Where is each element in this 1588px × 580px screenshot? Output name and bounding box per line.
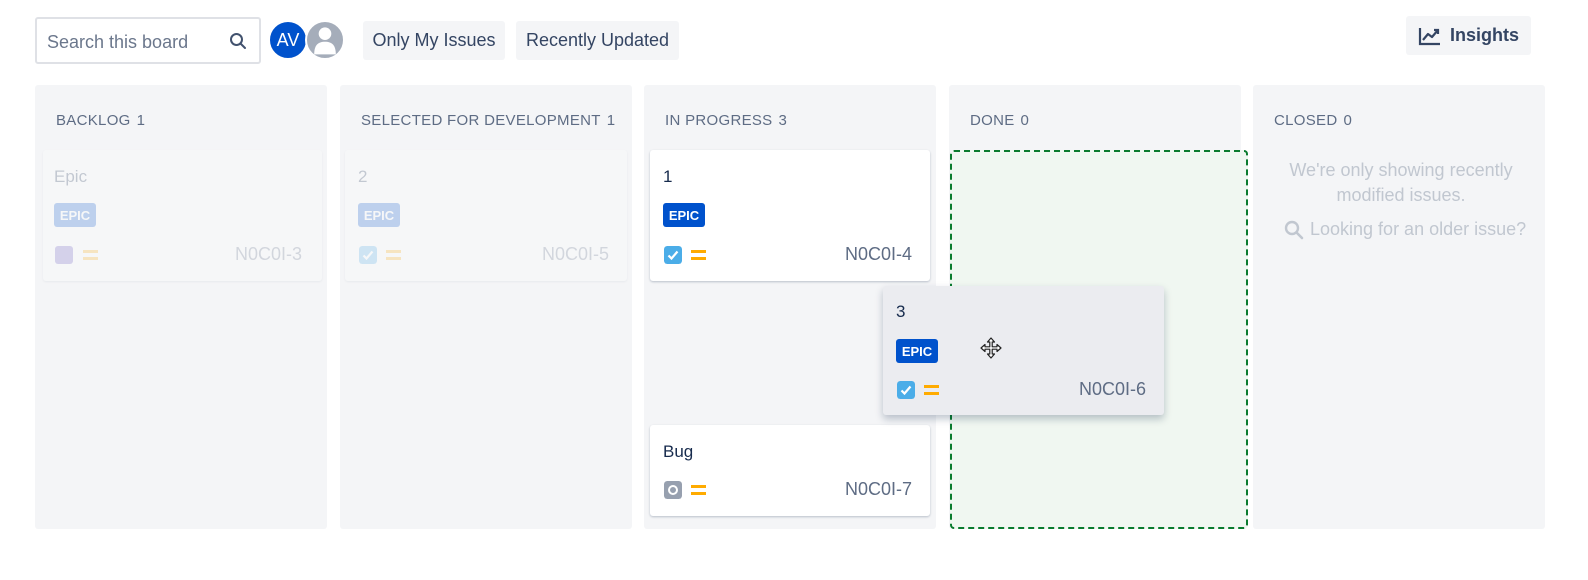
issue-key: N0C0I-4 <box>844 244 912 264</box>
issue-key: N0C0I-7 <box>844 479 912 499</box>
issue-key: N0C0I-3 <box>234 244 302 264</box>
issue-key: N0C0I-5 <box>541 244 609 264</box>
avatar-av[interactable]: AV <box>268 20 308 60</box>
column-count: 0 <box>1020 112 1030 129</box>
filter-only-my-issues[interactable]: Only My Issues <box>363 21 505 60</box>
column-closed: CLOSED 0 <box>1253 85 1545 529</box>
priority-medium-icon <box>386 250 401 260</box>
chart-trend-icon <box>1418 27 1440 45</box>
priority-medium-icon <box>924 385 939 395</box>
column-header: CLOSED 0 <box>1274 112 1352 129</box>
column-name: DONE <box>970 112 1015 129</box>
issue-card-selected-2[interactable]: 2 EPIC N0C0I-5 <box>345 150 627 281</box>
issue-card-backlog-epic[interactable]: Epic EPIC N0C0I-3 <box>43 150 322 281</box>
column-name: IN PROGRESS <box>665 112 773 129</box>
task-checkbox-icon <box>664 246 682 264</box>
column-count: 0 <box>1343 112 1353 129</box>
card-title: 1 <box>663 167 673 186</box>
column-header: IN PROGRESS 3 <box>665 112 787 129</box>
column-name: BACKLOG <box>56 112 131 129</box>
issue-card-dragging-3[interactable]: 3 EPIC N0C0I-6 <box>883 286 1164 415</box>
closed-empty-message: We're only showing recently modified iss… <box>1289 160 1513 205</box>
card-title: Epic <box>54 167 88 186</box>
priority-medium-icon <box>691 250 706 260</box>
column-name: CLOSED <box>1274 112 1338 129</box>
story-icon <box>55 246 73 264</box>
column-count: 1 <box>136 112 146 129</box>
filter-recently-updated[interactable]: Recently Updated <box>516 21 679 60</box>
board-search[interactable] <box>35 17 261 64</box>
task-checkbox-icon <box>897 381 915 399</box>
column-count: 1 <box>606 112 616 129</box>
insights-button[interactable]: Insights <box>1406 16 1531 55</box>
filter-label: Only My Issues <box>372 30 496 50</box>
epic-badge: EPIC <box>54 203 96 227</box>
issue-key: N0C0I-6 <box>1078 379 1146 399</box>
search-input[interactable] <box>45 29 224 55</box>
avatar-default-user[interactable] <box>305 20 345 60</box>
column-header: SELECTED FOR DEVELOPMENT 1 <box>361 112 615 129</box>
filter-label: Recently Updated <box>525 30 670 50</box>
priority-medium-icon <box>83 250 98 260</box>
column-header: BACKLOG 1 <box>56 112 145 129</box>
avatar-initials: AV <box>276 29 300 50</box>
column-name: SELECTED FOR DEVELOPMENT <box>361 112 601 129</box>
user-icon <box>314 27 336 55</box>
epic-badge: EPIC <box>896 339 938 363</box>
task-checkbox-icon <box>359 246 377 264</box>
search-icon[interactable] <box>229 32 247 50</box>
priority-medium-icon <box>691 485 706 495</box>
column-count: 3 <box>778 112 788 129</box>
search-icon <box>1284 220 1304 239</box>
issue-card-inprogress-1[interactable]: 1 EPIC N0C0I-4 <box>650 150 930 281</box>
column-header: DONE 0 <box>970 112 1029 129</box>
issue-card-inprogress-bug[interactable]: Bug N0C0I-7 <box>650 425 930 516</box>
older-issue-label: Looking for an older issue? <box>1310 219 1527 239</box>
move-cursor-icon <box>980 337 1002 359</box>
card-title: 2 <box>358 167 368 186</box>
bug-icon <box>664 481 682 499</box>
epic-badge: EPIC <box>358 203 400 227</box>
card-title: 3 <box>896 302 906 321</box>
insights-label: Insights <box>1449 25 1519 45</box>
card-title: Bug <box>663 442 694 461</box>
epic-badge: EPIC <box>663 203 705 227</box>
older-issue-link[interactable]: Looking for an older issue? <box>1284 219 1526 240</box>
